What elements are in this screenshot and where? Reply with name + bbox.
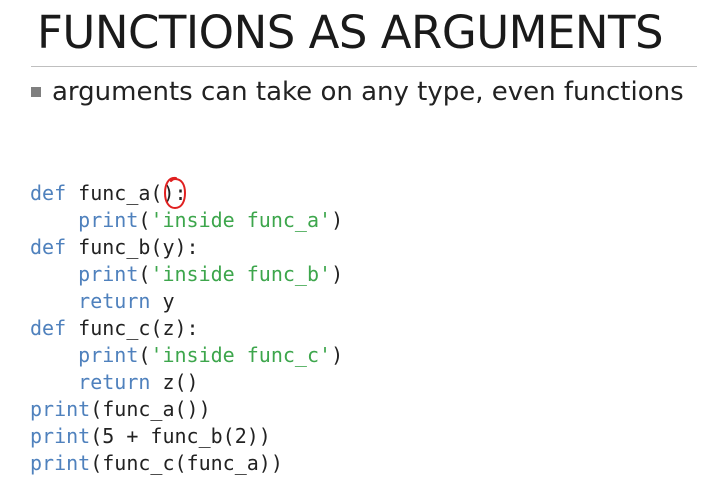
bullet-point: arguments can take on any type, even fun… — [31, 77, 684, 107]
code-string: 'inside func_c' — [150, 343, 332, 367]
code-text: ) — [331, 262, 344, 286]
code-keyword: def — [30, 181, 67, 205]
code-keyword: return — [78, 370, 151, 394]
code-line: print(func_a()) — [30, 396, 343, 423]
code-keyword: return — [78, 289, 151, 313]
code-string: 'inside func_a' — [150, 208, 332, 232]
code-line: return z() — [30, 369, 343, 396]
code-text: func_a(): — [66, 181, 187, 205]
code-text: ( — [138, 262, 151, 286]
code-text: ( — [138, 208, 151, 232]
code-text: y — [150, 289, 175, 313]
code-text: (5 + func_b(2)) — [90, 424, 271, 448]
code-line: print(func_c(func_a)) — [30, 450, 343, 477]
code-line: print(5 + func_b(2)) — [30, 423, 343, 450]
code-keyword: print — [78, 208, 139, 232]
code-keyword: print — [78, 262, 139, 286]
bullet-text: arguments can take on any type, even fun… — [52, 77, 684, 107]
code-line: print('inside func_c') — [30, 342, 343, 369]
code-keyword: def — [30, 235, 67, 259]
code-text: ) — [331, 343, 344, 367]
code-text: (func_a()) — [90, 397, 211, 421]
code-text: func_b(y): — [66, 235, 199, 259]
code-text: z() — [150, 370, 199, 394]
code-line: return y — [30, 288, 343, 315]
code-line: def func_c(z): — [30, 315, 343, 342]
square-bullet-icon — [31, 87, 41, 97]
code-keyword: print — [30, 397, 91, 421]
code-string: 'inside func_b' — [150, 262, 332, 286]
slide: FUNCTIONS AS ARGUMENTS arguments can tak… — [0, 0, 723, 489]
slide-title: FUNCTIONS AS ARGUMENTS — [37, 6, 664, 59]
code-text: (func_c(func_a)) — [90, 451, 283, 475]
code-line: print('inside func_b') — [30, 261, 343, 288]
code-keyword: print — [30, 451, 91, 475]
code-keyword: print — [78, 343, 139, 367]
code-line: def func_a(): — [30, 180, 343, 207]
code-line: def func_b(y): — [30, 234, 343, 261]
code-text: ) — [331, 208, 344, 232]
code-text: ( — [138, 343, 151, 367]
code-keyword: print — [30, 424, 91, 448]
code-keyword: def — [30, 316, 67, 340]
code-block: def func_a(): print('inside func_a') def … — [30, 180, 343, 477]
title-divider — [31, 66, 697, 67]
code-text: func_c(z): — [66, 316, 199, 340]
code-line: print('inside func_a') — [30, 207, 343, 234]
